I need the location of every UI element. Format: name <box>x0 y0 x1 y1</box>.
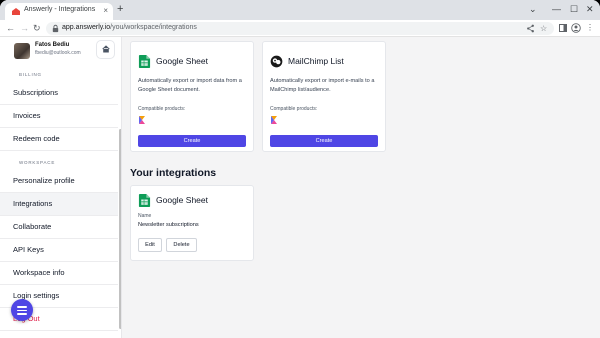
sidebar-item-workspace-info[interactable]: Workspace info <box>0 262 118 285</box>
sidebar-item-subscriptions[interactable]: Subscriptions <box>0 82 118 105</box>
sidebar-item-integrations[interactable]: Integrations <box>0 193 118 216</box>
browser-toolbar: ← → ↻ app.answerly.io/you/workspace/inte… <box>0 20 600 37</box>
bookmark-star-icon[interactable]: ☆ <box>540 23 547 34</box>
compatible-products-label: Compatible products: <box>138 106 186 112</box>
billing-section-label: BILLING <box>19 72 42 77</box>
sidebar-item-api-keys[interactable]: API Keys <box>0 239 118 262</box>
sidebar-item-label: API Keys <box>13 245 44 254</box>
avatar[interactable] <box>14 43 30 59</box>
share-icon[interactable] <box>526 24 535 33</box>
tab-strip: Answerly - Integrations × + ⌄ — ☐ ✕ <box>0 0 600 20</box>
back-icon[interactable]: ← <box>6 22 15 34</box>
your-integrations-heading: Your integrations <box>130 167 217 179</box>
sidebar-item-label: Subscriptions <box>13 88 59 97</box>
delete-button[interactable]: Delete <box>166 238 197 252</box>
sidebar-item-label: Collaborate <box>13 222 52 231</box>
user-name: Fatos Bediu <box>35 42 70 48</box>
card-title: Google Sheet <box>156 56 208 66</box>
new-tab-icon[interactable]: + <box>117 4 123 15</box>
address-bar[interactable]: app.answerly.io/you/workspace/integratio… <box>46 22 554 35</box>
sidebar-item-label: Redeem code <box>13 134 60 143</box>
name-value: Newsletter subscriptions <box>138 222 199 228</box>
sidebar-item-collaborate[interactable]: Collaborate <box>0 216 118 239</box>
sidebar-item-label: Invoices <box>13 111 41 120</box>
profile-icon[interactable] <box>571 23 581 33</box>
forward-icon[interactable]: → <box>20 22 29 34</box>
minimize-icon[interactable]: — <box>552 4 561 14</box>
compatible-products-label: Compatible products: <box>270 106 318 112</box>
tab-close-icon[interactable]: × <box>103 6 108 15</box>
user-email: fbediu@outlook.com <box>35 50 81 56</box>
product-icon <box>139 116 145 124</box>
workspace-section-label: WORKSPACE <box>19 160 56 165</box>
hamburger-line <box>17 313 27 315</box>
side-panel-icon[interactable] <box>559 24 567 32</box>
maximize-icon[interactable]: ☐ <box>570 4 578 14</box>
google-sheets-icon <box>138 194 151 207</box>
window-chevron-icon[interactable]: ⌄ <box>529 4 537 14</box>
edit-button[interactable]: Edit <box>138 238 162 252</box>
url-text: app.answerly.io/you/workspace/integratio… <box>62 24 197 31</box>
answerly-favicon-icon <box>12 8 20 15</box>
url-host: app.answerly.io <box>62 24 111 31</box>
card-title: Google Sheet <box>156 195 208 205</box>
url-path: /you/workspace/integrations <box>110 24 197 31</box>
hamburger-line <box>17 309 27 311</box>
lock-icon <box>52 24 59 33</box>
reload-icon[interactable]: ↻ <box>33 22 41 34</box>
sidebar-item-personalize-profile[interactable]: Personalize profile <box>0 170 118 193</box>
user-integration-card: Google Sheet Name Newsletter subscriptio… <box>130 185 254 261</box>
sidebar-item-label: Workspace info <box>13 268 65 277</box>
create-button[interactable]: Create <box>270 135 378 147</box>
browser-tab[interactable]: Answerly - Integrations × <box>5 3 113 20</box>
card-title: MailChimp List <box>288 56 344 66</box>
sidebar-item-invoices[interactable]: Invoices <box>0 105 118 128</box>
browser-menu-icon[interactable]: ⋮ <box>586 22 594 34</box>
sidebar-item-redeem-code[interactable]: Redeem code <box>0 128 118 151</box>
mailchimp-icon <box>270 55 283 68</box>
integration-card-google-sheet: Google Sheet Automatically export or imp… <box>130 41 254 152</box>
sidebar-item-label: Personalize profile <box>13 176 75 185</box>
sidebar-item-label: Integrations <box>13 199 53 208</box>
integration-card-mailchimp-list: MailChimp List Automatically export or i… <box>262 41 386 152</box>
google-sheets-icon <box>138 55 151 68</box>
hamburger-line <box>17 306 27 308</box>
close-window-icon[interactable]: ✕ <box>586 4 594 14</box>
browser-window: Answerly - Integrations × + ⌄ — ☐ ✕ ← → … <box>0 0 600 338</box>
tab-title: Answerly - Integrations <box>24 6 96 13</box>
card-description: Automatically export or import data from… <box>138 78 242 93</box>
sidebar-scrollbar[interactable] <box>119 129 121 329</box>
sidebar: Fatos Bediu fbediu@outlook.com BILLING S… <box>0 37 122 338</box>
card-description: Automatically export or import e-mails t… <box>270 78 375 93</box>
create-button[interactable]: Create <box>138 135 246 147</box>
home-icon <box>101 45 110 53</box>
name-label: Name <box>138 213 152 219</box>
product-icon <box>271 116 277 124</box>
app-body: Fatos Bediu fbediu@outlook.com BILLING S… <box>0 37 600 338</box>
home-button[interactable] <box>96 40 115 59</box>
menu-fab-button[interactable] <box>11 299 33 321</box>
